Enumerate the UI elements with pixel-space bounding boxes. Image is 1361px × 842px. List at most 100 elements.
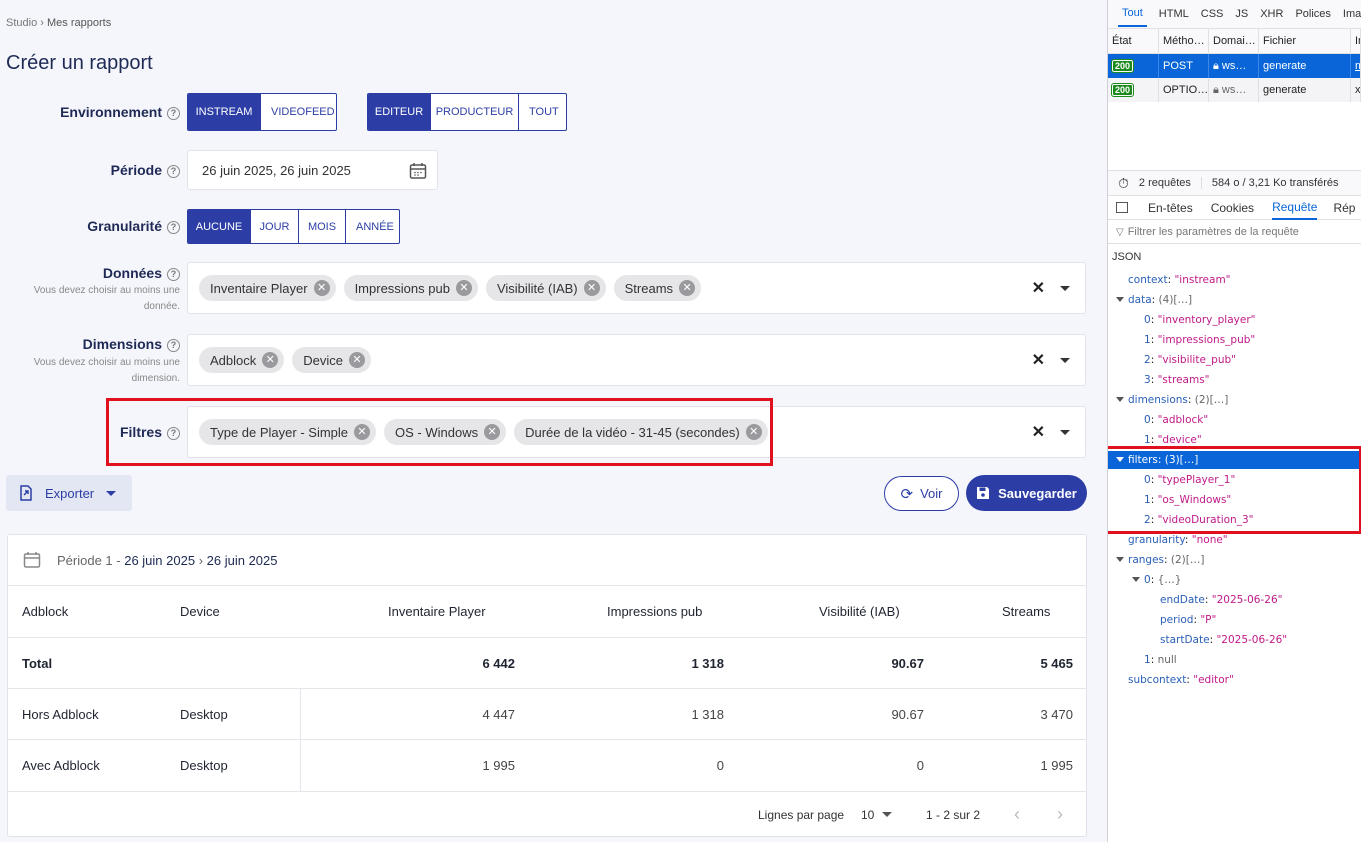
tab-css[interactable]: CSS: [1201, 8, 1224, 20]
json-line[interactable]: 0: "inventory_player": [1108, 311, 1361, 329]
gran-mois-button[interactable]: MOIS: [299, 210, 346, 243]
tab-all[interactable]: Tout: [1118, 1, 1147, 27]
report-app: Studio › Mes rapports Créer un rapport E…: [0, 0, 1107, 842]
help-icon[interactable]: ?: [167, 107, 180, 120]
column-header[interactable]: Inventaire Player: [388, 586, 486, 637]
json-line[interactable]: endDate: "2025-06-26": [1108, 591, 1361, 609]
role-tout-button[interactable]: TOUT: [519, 94, 566, 130]
json-line[interactable]: 1: "impressions_pub": [1108, 331, 1361, 349]
remove-chip-icon[interactable]: ✕: [583, 280, 600, 296]
export-button[interactable]: Exporter: [6, 475, 132, 511]
export-file-icon: [20, 485, 32, 501]
json-colon: :: [1204, 594, 1212, 606]
column-header[interactable]: Fichier: [1259, 29, 1351, 53]
json-line[interactable]: context: "instream": [1108, 271, 1361, 289]
json-line[interactable]: data: (4)[…]: [1108, 291, 1361, 309]
role-editeur-button[interactable]: EDITEUR: [368, 94, 431, 130]
chevron-down-icon[interactable]: [1060, 358, 1070, 363]
json-line[interactable]: period: "P": [1108, 611, 1361, 629]
remove-chip-icon[interactable]: ✕: [262, 352, 279, 368]
remove-chip-icon[interactable]: ✕: [313, 280, 330, 296]
json-line[interactable]: 0: "adblock": [1108, 411, 1361, 429]
json-line[interactable]: dimensions: (2)[…]: [1108, 391, 1361, 409]
remove-chip-icon[interactable]: ✕: [679, 280, 696, 296]
clear-icon[interactable]: ✕: [1032, 278, 1045, 298]
request-row[interactable]: 200 POST 🔒︎ ws… generate m: [1108, 54, 1361, 78]
env-instream-button[interactable]: INSTREAM: [188, 94, 261, 130]
tab-images[interactable]: Imag: [1343, 8, 1361, 20]
help-icon[interactable]: ?: [167, 221, 180, 234]
column-header[interactable]: Métho…: [1159, 29, 1209, 53]
json-line[interactable]: 3: "streams": [1108, 371, 1361, 389]
timer-icon: ⏱: [1118, 174, 1129, 191]
panel-toggle-icon[interactable]: [1116, 202, 1128, 213]
page-title: Créer un rapport: [6, 52, 153, 74]
json-key: data: [1128, 294, 1152, 306]
gran-annee-button[interactable]: ANNÉE: [346, 210, 399, 243]
json-key: dimensions: [1128, 394, 1188, 406]
expand-triangle-icon[interactable]: [1116, 557, 1124, 562]
chevron-down-icon[interactable]: [1060, 430, 1070, 435]
remove-chip-icon[interactable]: ✕: [349, 352, 365, 368]
clear-icon[interactable]: ✕: [1032, 350, 1045, 370]
dimensions-multiselect[interactable]: Adblock ✕ Device ✕ ✕: [187, 334, 1086, 386]
json-line[interactable]: 0: {…}: [1108, 571, 1361, 589]
breadcrumb-current[interactable]: Mes rapports: [47, 17, 111, 29]
tab-cookies[interactable]: Cookies: [1211, 201, 1254, 215]
remove-chip-icon[interactable]: ✕: [455, 280, 472, 296]
data-label: Données?: [20, 265, 180, 281]
gran-jour-button[interactable]: JOUR: [251, 210, 299, 243]
data-multiselect[interactable]: Inventaire Player ✕ Impressions pub ✕ Visi…: [187, 262, 1086, 314]
prev-page-icon[interactable]: ‹: [1014, 792, 1020, 837]
chevron-down-icon[interactable]: [1060, 286, 1070, 291]
chip-label: Adblock: [210, 352, 257, 368]
tab-headers[interactable]: En-têtes: [1148, 201, 1193, 215]
column-header[interactable]: Device: [180, 586, 220, 637]
tab-fonts[interactable]: Polices: [1295, 8, 1330, 20]
tab-xhr[interactable]: XHR: [1260, 8, 1283, 20]
clear-icon[interactable]: ✕: [1032, 422, 1045, 442]
breadcrumb-root[interactable]: Studio: [6, 17, 37, 29]
gran-aucune-button[interactable]: AUCUNE: [188, 210, 251, 243]
help-icon[interactable]: ?: [167, 268, 180, 281]
view-button[interactable]: ⟳ Voir: [884, 476, 959, 511]
column-header[interactable]: Impressions pub: [607, 586, 702, 637]
tab-html[interactable]: HTML: [1159, 8, 1189, 20]
period-field[interactable]: 26 juin 2025, 26 juin 2025: [187, 150, 438, 190]
column-header[interactable]: Visibilité (IAB): [819, 586, 900, 637]
period-end: 26 juin 2025: [206, 552, 278, 568]
expand-triangle-icon[interactable]: [1116, 397, 1124, 402]
rows-per-page-select[interactable]: 10: [861, 792, 893, 837]
tab-request[interactable]: Requête: [1272, 196, 1318, 220]
json-line[interactable]: ranges: (2)[…]: [1108, 551, 1361, 569]
role-producteur-button[interactable]: PRODUCTEUR: [431, 94, 519, 130]
chip-label: Visibilité (IAB): [496, 280, 578, 296]
pagination-bar: Lignes par page 10 1 - 2 sur 2 ‹ ›: [8, 791, 1086, 837]
tab-js[interactable]: JS: [1235, 8, 1248, 20]
json-value: "2025-06-26": [1211, 594, 1283, 606]
tab-response[interactable]: Rép: [1333, 201, 1355, 215]
json-line[interactable]: startDate: "2025-06-26": [1108, 631, 1361, 649]
column-header[interactable]: État: [1108, 29, 1159, 53]
network-filter-tabs: Tout HTML CSS JS XHR Polices Imag: [1108, 0, 1361, 29]
param-filter[interactable]: ▽ Filtrer les paramètres de la requête: [1108, 221, 1361, 244]
expand-triangle-icon[interactable]: [1132, 577, 1140, 582]
domain-cell: 🔒︎ ws…: [1209, 54, 1259, 78]
next-page-icon[interactable]: ›: [1057, 792, 1063, 837]
help-icon[interactable]: ?: [167, 339, 180, 352]
json-line[interactable]: subcontext: "editor": [1108, 671, 1361, 689]
json-line[interactable]: 2: "visibilite_pub": [1108, 351, 1361, 369]
calendar-icon[interactable]: [409, 162, 427, 180]
json-line[interactable]: 1: null: [1108, 651, 1361, 669]
json-value: (4)[…]: [1158, 294, 1193, 306]
help-icon[interactable]: ?: [167, 165, 180, 178]
request-row[interactable]: 200 OPTIO… 🔒︎ ws… generate xh: [1108, 78, 1361, 102]
expand-triangle-icon[interactable]: [1116, 297, 1124, 302]
column-header[interactable]: Domai…: [1209, 29, 1259, 53]
column-header[interactable]: In: [1351, 29, 1361, 53]
column-header[interactable]: Adblock: [22, 586, 68, 637]
column-header[interactable]: Streams: [1002, 586, 1050, 637]
env-videofeed-button[interactable]: VIDEOFEED: [261, 94, 336, 130]
save-button[interactable]: Sauvegarder: [966, 475, 1087, 511]
environment-toggle: INSTREAM VIDEOFEED: [187, 93, 337, 131]
